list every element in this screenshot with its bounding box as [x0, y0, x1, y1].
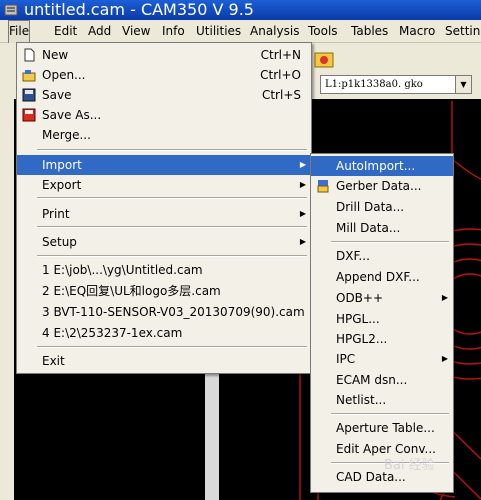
submenu-arrow-icon: ▶ — [441, 354, 448, 363]
title-bar: untitled.cam - CAM350 V 9.5 — [0, 0, 481, 20]
import-drill-data[interactable]: Drill Data... — [311, 197, 453, 217]
layer-select[interactable]: L1:p1k1338a0. gko ▼ — [320, 75, 472, 94]
recent-file-3[interactable]: 3 BVT-110-SENSOR-V03_20130709(90).cam — [17, 302, 311, 322]
menu-separator — [331, 413, 449, 415]
menu-utilities[interactable]: Utilities — [196, 20, 241, 42]
file-menu-save-as[interactable]: Save As... — [17, 105, 311, 125]
file-menu-print[interactable]: Print ▶ — [17, 204, 311, 224]
open-folder-icon — [22, 70, 36, 82]
file-menu-new[interactable]: New Ctrl+N — [17, 45, 311, 65]
layer-select-value: L1:p1k1338a0. gko — [325, 79, 423, 90]
file-menu-save[interactable]: Save Ctrl+S — [17, 85, 311, 105]
file-menu-open[interactable]: Open... Ctrl+O — [17, 65, 311, 85]
import-netlist[interactable]: Netlist... — [311, 390, 453, 410]
recent-file-2[interactable]: 2 E:\EQ回复\UL和logo多层.cam — [17, 281, 311, 301]
import-submenu: AutoImport... Gerber Data... Drill Data.… — [310, 153, 454, 493]
import-aperture-table[interactable]: Aperture Table... — [311, 418, 453, 438]
file-menu-exit[interactable]: Exit — [17, 351, 311, 371]
menu-separator — [37, 149, 307, 151]
import-ecam-dsn[interactable]: ECAM dsn... — [311, 370, 453, 390]
import-mill-data[interactable]: Mill Data... — [311, 218, 453, 238]
menu-analysis[interactable]: Analysis — [250, 20, 299, 42]
import-hpgl[interactable]: HPGL... — [311, 309, 453, 329]
menu-bar: File Edit Add View Info Utilities Analys… — [0, 20, 481, 44]
menu-file[interactable]: File — [8, 20, 31, 44]
import-ipc[interactable]: IPC ▶ — [311, 349, 453, 369]
import-gerber-data[interactable]: Gerber Data... — [311, 176, 453, 196]
import-append-dxf[interactable]: Append DXF... — [311, 267, 453, 287]
gerber-icon — [317, 180, 329, 193]
file-menu: New Ctrl+N Open... Ctrl+O Save Ctrl+S Sa… — [16, 42, 312, 374]
menu-separator — [37, 346, 307, 348]
app-icon — [4, 4, 18, 16]
file-menu-import[interactable]: Import ▶ — [17, 155, 311, 175]
menu-settings[interactable]: Settin — [445, 20, 480, 42]
submenu-arrow-icon: ▶ — [299, 237, 306, 246]
new-file-icon — [24, 48, 35, 62]
submenu-arrow-icon: ▶ — [299, 160, 306, 169]
menu-separator — [37, 255, 307, 257]
file-menu-merge[interactable]: Merge... — [17, 125, 311, 145]
window-title: untitled.cam - CAM350 V 9.5 — [24, 0, 254, 19]
import-dxf[interactable]: DXF... — [311, 246, 453, 266]
menu-tools[interactable]: Tools — [308, 20, 338, 42]
menu-separator — [37, 197, 307, 199]
submenu-arrow-icon: ▶ — [441, 293, 448, 302]
vertical-scroll-strip — [205, 359, 219, 500]
menu-edit[interactable]: Edit — [54, 20, 77, 42]
menu-macro[interactable]: Macro — [399, 20, 435, 42]
import-odb[interactable]: ODB++ ▶ — [311, 288, 453, 308]
file-menu-setup[interactable]: Setup ▶ — [17, 232, 311, 252]
chevron-down-icon[interactable]: ▼ — [455, 76, 471, 93]
toolbar-tool-icon[interactable] — [314, 51, 334, 69]
menu-info[interactable]: Info — [162, 20, 185, 42]
menu-tables[interactable]: Tables — [351, 20, 388, 42]
import-hpgl2[interactable]: HPGL2... — [311, 329, 453, 349]
menu-add[interactable]: Add — [88, 20, 111, 42]
menu-separator — [37, 226, 307, 228]
menu-separator — [331, 241, 449, 243]
menu-view[interactable]: View — [122, 20, 150, 42]
submenu-arrow-icon: ▶ — [299, 209, 306, 218]
save-disk-icon — [22, 88, 36, 102]
save-as-icon — [22, 108, 36, 122]
recent-file-4[interactable]: 4 E:\2\253237-1ex.cam — [17, 323, 311, 343]
file-menu-export[interactable]: Export ▶ — [17, 175, 311, 195]
watermark: Bai 经验 — [384, 458, 435, 473]
recent-file-1[interactable]: 1 E:\job\...\yg\Untitled.cam — [17, 260, 311, 280]
submenu-arrow-icon: ▶ — [299, 180, 306, 189]
import-autoimport[interactable]: AutoImport... — [311, 156, 453, 176]
